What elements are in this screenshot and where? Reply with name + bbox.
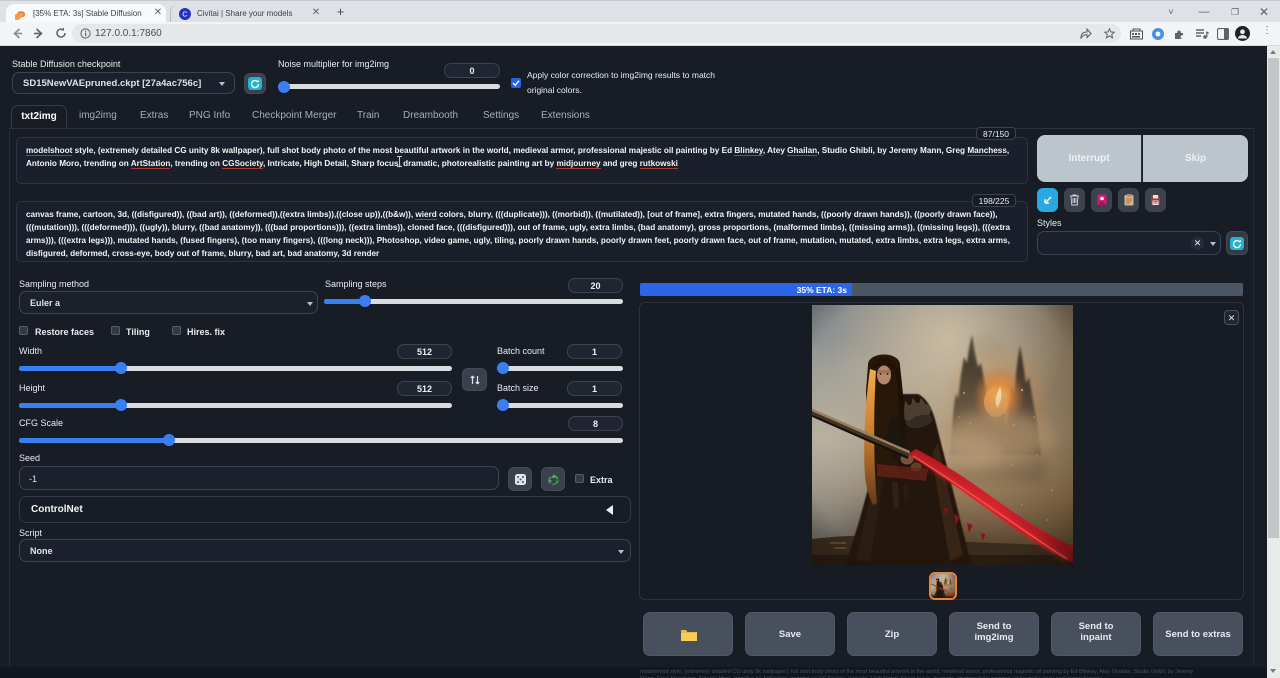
svg-text:C: C bbox=[182, 10, 188, 19]
